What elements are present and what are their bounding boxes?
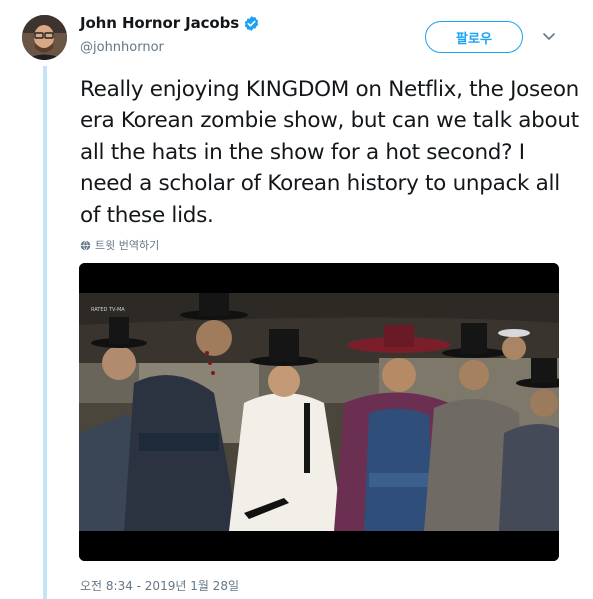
avatar[interactable] [22, 15, 67, 60]
thread-line [43, 66, 47, 599]
chevron-down-icon[interactable] [542, 32, 556, 42]
author-name-row[interactable]: John Hornor Jacobs [80, 14, 260, 32]
follow-button[interactable]: 팔로우 [425, 21, 523, 53]
author-display-name[interactable]: John Hornor Jacobs [80, 14, 239, 32]
tweet-timestamp[interactable]: 오전 8:34 - 2019년 1월 28일 [80, 577, 239, 594]
tweet-text: Really enjoying KINGDOM on Netflix, the … [80, 77, 579, 228]
avatar-photo [22, 15, 67, 60]
media-image: RATED TV-MA [79, 263, 559, 561]
globe-icon [80, 240, 91, 250]
translate-tweet-link[interactable]: 트윗 번역하기 [80, 237, 159, 253]
author-handle[interactable]: @johnhornor [80, 40, 164, 55]
tweet-media[interactable]: RATED TV-MA [79, 263, 559, 561]
verified-badge-icon [244, 15, 259, 31]
translate-label[interactable]: 트윗 번역하기 [95, 237, 159, 253]
rating-overlay: RATED TV-MA [91, 307, 125, 313]
